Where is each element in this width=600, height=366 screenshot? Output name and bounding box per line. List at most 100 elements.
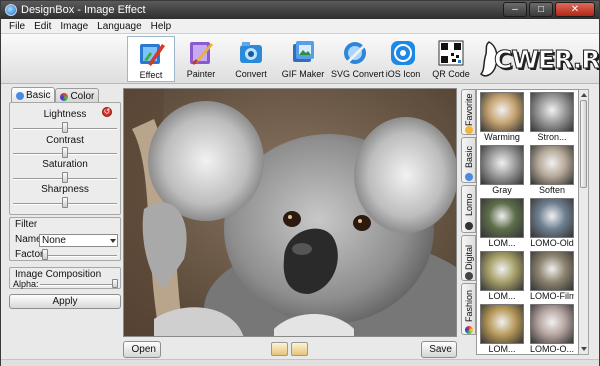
- tool-effect[interactable]: Effect: [127, 36, 175, 82]
- effect-preview-image: [480, 304, 524, 344]
- scroll-up-icon[interactable]: [581, 93, 587, 97]
- window-title: DesignBox - Image Effect: [21, 4, 146, 16]
- filter-name-value: None: [42, 235, 66, 246]
- category-lomo-label: Lomo: [464, 193, 474, 216]
- effect-preview-image: [480, 251, 524, 291]
- basic-category-icon: [465, 173, 473, 181]
- lightness-slider-thumb[interactable]: [62, 122, 68, 133]
- effect-thumbnail[interactable]: LOMO-O...: [530, 304, 574, 354]
- save-button-label: Save: [429, 344, 452, 355]
- filter-name-select[interactable]: None: [39, 234, 118, 247]
- effect-caption: Stron...: [537, 132, 567, 142]
- category-favorite-label: Favorite: [464, 93, 474, 126]
- effect-thumbnail[interactable]: Soften: [530, 145, 574, 196]
- apply-button[interactable]: Apply: [9, 294, 121, 309]
- minimize-button[interactable]: –: [503, 2, 527, 17]
- tool-gif-maker-label: GIF Maker: [281, 69, 325, 79]
- effect-caption: Gray: [492, 185, 512, 195]
- category-tab-favorite[interactable]: Favorite: [461, 89, 476, 135]
- category-digital-label: Digital: [464, 244, 474, 270]
- reset-icon[interactable]: ↺: [102, 107, 112, 117]
- effect-caption: LOM...: [488, 344, 516, 354]
- effect-preview-image: [530, 251, 574, 291]
- effect-thumbnails: Warming Stron... Gray Soften LOM... LOMO-Old L…: [476, 89, 579, 355]
- tool-effect-label: Effect: [139, 70, 163, 80]
- scroll-down-icon[interactable]: [581, 347, 587, 351]
- filter-title: Filter: [15, 219, 38, 230]
- save-button[interactable]: Save: [421, 341, 457, 358]
- effect-preview-image: [480, 92, 524, 132]
- tab-basic[interactable]: Basic: [11, 87, 56, 102]
- saturation-slider-thumb[interactable]: [62, 172, 68, 183]
- effect-thumbnail[interactable]: Gray: [480, 145, 524, 196]
- alpha-label: Alpha:: [13, 279, 39, 289]
- tool-gif-maker[interactable]: GIF Maker: [279, 36, 327, 82]
- redo-button[interactable]: [291, 342, 308, 356]
- filter-group: Filter Name: None Factor:: [9, 217, 121, 261]
- tool-qr-code[interactable]: QR Code: [427, 36, 475, 82]
- thumbnails-scrollbar[interactable]: [579, 89, 589, 355]
- category-tab-digital[interactable]: Digital: [461, 235, 476, 281]
- tool-convert-label: Convert: [235, 69, 267, 79]
- ios-icon-icon: [391, 41, 415, 65]
- category-tab-basic[interactable]: Basic: [461, 137, 476, 183]
- folder-open-icon: [128, 349, 129, 350]
- tool-ios-icon-label: iOS Icon: [385, 69, 421, 79]
- category-tab-lomo[interactable]: Lomo: [461, 185, 476, 233]
- effect-thumbnail[interactable]: LOMO-Film: [530, 251, 574, 302]
- menu-edit[interactable]: Edit: [30, 19, 56, 33]
- effect-category-tabs: Favorite Basic Lomo Digital Fashion: [461, 89, 476, 335]
- painter-icon: [190, 42, 213, 65]
- contrast-slider-thumb[interactable]: [62, 147, 68, 158]
- effect-thumbnail[interactable]: LOM...: [480, 251, 524, 302]
- category-basic-label: Basic: [464, 145, 474, 168]
- contrast-label: Contrast: [46, 135, 84, 146]
- menu-file[interactable]: File: [5, 19, 30, 33]
- composition-group: Image Composition Alpha:: [9, 267, 121, 289]
- tool-painter[interactable]: Painter: [177, 36, 225, 82]
- effect-thumbnail[interactable]: Stron...: [530, 92, 574, 143]
- category-fashion-label: Fashion: [464, 289, 474, 322]
- tool-ios-icon[interactable]: iOS Icon: [379, 36, 427, 82]
- window-controls: – □ ✕: [503, 2, 595, 17]
- status-bar: [1, 359, 599, 366]
- saturation-label: Saturation: [42, 159, 88, 170]
- tool-convert[interactable]: Convert: [227, 36, 275, 82]
- menu-language[interactable]: Language: [93, 19, 147, 33]
- category-tab-fashion[interactable]: Fashion: [461, 283, 476, 335]
- menu-help[interactable]: Help: [147, 19, 177, 33]
- effect-icon: [140, 44, 165, 66]
- alpha-slider[interactable]: [40, 284, 117, 286]
- menu-image[interactable]: Image: [56, 19, 93, 33]
- convert-icon: [240, 42, 262, 63]
- factor-slider-thumb[interactable]: [42, 249, 48, 260]
- title-bar: DesignBox - Image Effect – □ ✕: [1, 1, 599, 19]
- scrollbar-thumb[interactable]: [580, 100, 587, 188]
- open-button[interactable]: Open: [123, 341, 161, 358]
- maximize-button[interactable]: □: [529, 2, 553, 17]
- factor-slider[interactable]: [44, 255, 117, 257]
- tool-painter-label: Painter: [186, 69, 216, 79]
- effect-caption: LOMO-O...: [530, 344, 574, 354]
- image-canvas[interactable]: [123, 88, 457, 337]
- qr-code-icon: [438, 40, 464, 66]
- tab-color[interactable]: Color: [55, 88, 100, 103]
- effect-thumbnail[interactable]: Warming: [480, 92, 524, 143]
- sharpness-slider-thumb[interactable]: [62, 197, 68, 208]
- effect-thumbnail[interactable]: LOM...: [480, 198, 524, 249]
- app-logo-icon: [5, 4, 17, 16]
- digital-camera-icon: [465, 272, 473, 280]
- basic-sliders-group: Lightness ↺ Contrast Saturation Sharpnes…: [9, 102, 121, 215]
- effect-preview-image: [530, 304, 574, 344]
- tool-svg-convert[interactable]: SVG Convert: [331, 36, 385, 82]
- alpha-slider-thumb[interactable]: [112, 279, 118, 288]
- close-button[interactable]: ✕: [555, 2, 595, 17]
- open-button-label: Open: [131, 344, 156, 355]
- undo-button[interactable]: [271, 342, 288, 356]
- effect-thumbnail[interactable]: LOM...: [480, 304, 524, 354]
- effect-thumbnail[interactable]: LOMO-Old: [530, 198, 574, 249]
- effect-caption: LOM...: [488, 291, 516, 301]
- effect-caption: LOMO-Old: [530, 238, 574, 248]
- effect-preview-image: [480, 198, 524, 238]
- tool-svg-convert-label: SVG Convert: [331, 69, 385, 79]
